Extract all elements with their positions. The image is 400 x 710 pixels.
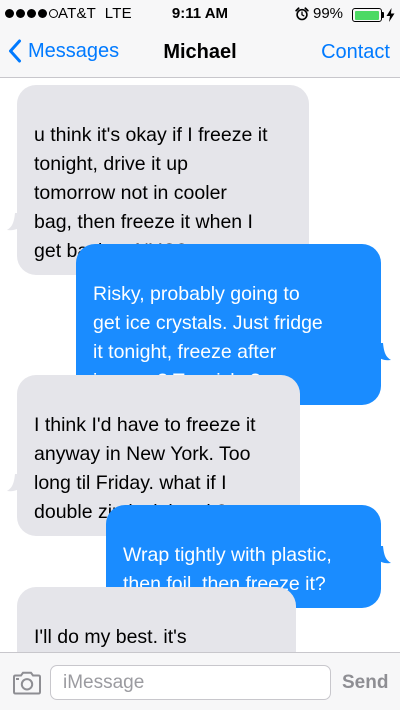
message-bubble-received[interactable]: I'll do my best. it's handicapped but I …	[17, 587, 296, 652]
battery-fill	[354, 10, 380, 20]
bubble-tail	[7, 474, 22, 492]
status-bar: AT&T LTE 9:11 AM 99%	[0, 0, 400, 30]
bubble-tail	[376, 343, 391, 361]
message-text: I'll do my best. it's handicapped but I …	[34, 626, 187, 648]
alarm-clock-icon	[295, 7, 309, 21]
camera-icon[interactable]	[12, 671, 42, 695]
navigation-bar: Messages Michael Contact	[0, 30, 400, 78]
battery-icon	[352, 8, 382, 22]
contact-button[interactable]: Contact	[321, 41, 390, 64]
charging-bolt-icon	[386, 8, 395, 22]
battery-percent: 99%	[313, 5, 344, 22]
message-text: u think it's okay if I freeze it tonight…	[34, 124, 268, 262]
send-button[interactable]: Send	[342, 672, 388, 694]
back-to-messages-button[interactable]: Messages	[8, 39, 119, 63]
back-button-label: Messages	[28, 39, 120, 62]
bubble-tail	[7, 213, 22, 231]
message-compose-bar: Send	[0, 652, 400, 710]
imessage-input[interactable]	[50, 665, 331, 700]
chevron-left-icon	[9, 39, 21, 63]
bubble-tail	[376, 546, 391, 564]
message-thread[interactable]: u think it's okay if I freeze it tonight…	[0, 78, 400, 652]
battery-terminal	[382, 12, 384, 18]
